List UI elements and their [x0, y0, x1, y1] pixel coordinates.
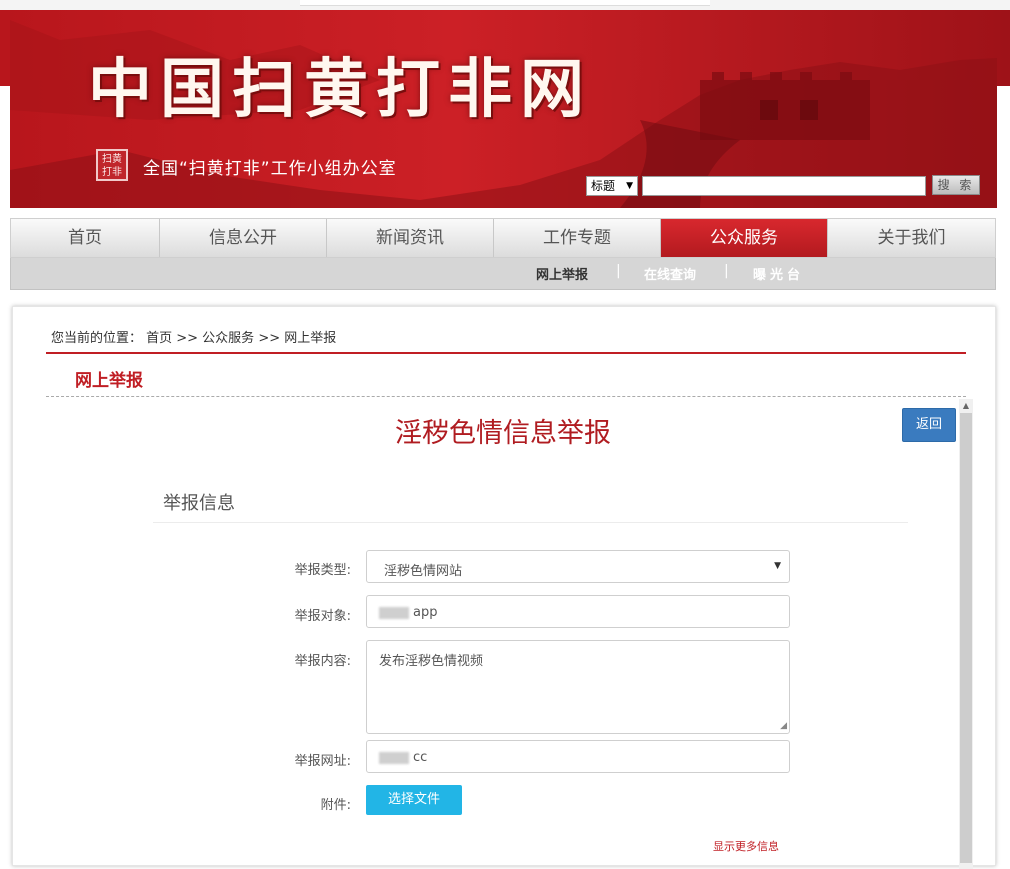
- breadcrumb-divider: [46, 352, 966, 354]
- search-scope-value: 标题: [591, 179, 616, 193]
- section-title: 网上举报: [75, 371, 143, 391]
- site-subtitle: 全国“扫黄打非”工作小组办公室: [143, 159, 397, 179]
- report-url-label: 举报网址:: [294, 754, 351, 769]
- report-type-value: 淫秽色情网站: [384, 564, 463, 579]
- nav-item-about-us[interactable]: 关于我们: [828, 219, 995, 257]
- report-target-value: app: [413, 605, 438, 620]
- report-target-input[interactable]: app: [366, 595, 790, 628]
- search-scope-select[interactable]: 标题 ▼: [586, 176, 638, 196]
- subnav-item-online-query[interactable]: 在线查询: [644, 264, 696, 283]
- navigation: 首页 信息公开 新闻资讯 工作专题 公众服务 关于我们 网上举报 | 在线查询 …: [10, 218, 996, 290]
- form-title: 淫秽色情信息举报: [395, 418, 611, 449]
- report-content-value: 发布淫秽色情视频: [379, 654, 484, 669]
- report-url-value: cc: [413, 750, 428, 765]
- nav-item-home[interactable]: 首页: [11, 219, 160, 257]
- seal-logo: 扫黄 打非: [96, 149, 128, 181]
- nav-item-topics[interactable]: 工作专题: [494, 219, 661, 257]
- show-more-info-link[interactable]: 显示更多信息: [713, 838, 779, 854]
- triangle-down-icon: ▼: [774, 561, 781, 571]
- nav-item-public-service[interactable]: 公众服务: [661, 219, 828, 257]
- nav-item-info-disclosure[interactable]: 信息公开: [160, 219, 327, 257]
- report-type-label: 举报类型:: [294, 563, 351, 578]
- redacted-text: [379, 606, 409, 619]
- report-content-label: 举报内容:: [294, 654, 351, 669]
- subnav-separator: |: [724, 263, 729, 279]
- subnav-item-online-report[interactable]: 网上举报: [536, 264, 588, 283]
- search-input[interactable]: [642, 176, 926, 196]
- subnav-separator: |: [616, 263, 621, 279]
- top-utility-bar: [0, 0, 1010, 10]
- nav-item-news[interactable]: 新闻资讯: [327, 219, 494, 257]
- vertical-scrollbar[interactable]: ▲: [959, 399, 973, 869]
- triangle-down-icon: ▼: [626, 181, 633, 191]
- info-heading: 举报信息: [163, 493, 235, 514]
- back-button[interactable]: 返回: [902, 408, 956, 442]
- scrollbar-thumb[interactable]: [960, 413, 972, 863]
- search-button[interactable]: 搜 索: [932, 175, 980, 195]
- redacted-text: [379, 751, 409, 764]
- main-nav: 首页 信息公开 新闻资讯 工作专题 公众服务 关于我们: [10, 218, 996, 258]
- info-divider: [153, 522, 908, 523]
- sub-nav: 网上举报 | 在线查询 | 曝光台: [10, 258, 996, 290]
- report-type-select[interactable]: 淫秽色情网站 ▼: [366, 550, 790, 583]
- site-title: 中国扫黄打非网: [88, 52, 592, 127]
- attachment-label: 附件:: [320, 798, 351, 813]
- report-url-input[interactable]: cc: [366, 740, 790, 773]
- site-banner: 中国扫黄打非网 扫黄 打非 全国“扫黄打非”工作小组办公室 标题 ▼ 搜 索: [0, 0, 1010, 212]
- report-content-textarea[interactable]: 发布淫秽色情视频 ◢: [366, 640, 790, 734]
- main-content: 您当前的位置： 首页 >> 公众服务 >> 网上举报 网上举报 ▲ 淫秽色情信息…: [12, 306, 996, 869]
- breadcrumb: 您当前的位置： 首页 >> 公众服务 >> 网上举报: [51, 331, 337, 346]
- report-target-label: 举报对象:: [294, 609, 351, 624]
- section-divider: [46, 396, 966, 397]
- choose-file-button[interactable]: 选择文件: [366, 785, 462, 815]
- resize-grip-icon[interactable]: ◢: [780, 721, 787, 731]
- subnav-item-exposure[interactable]: 曝光台: [753, 264, 804, 283]
